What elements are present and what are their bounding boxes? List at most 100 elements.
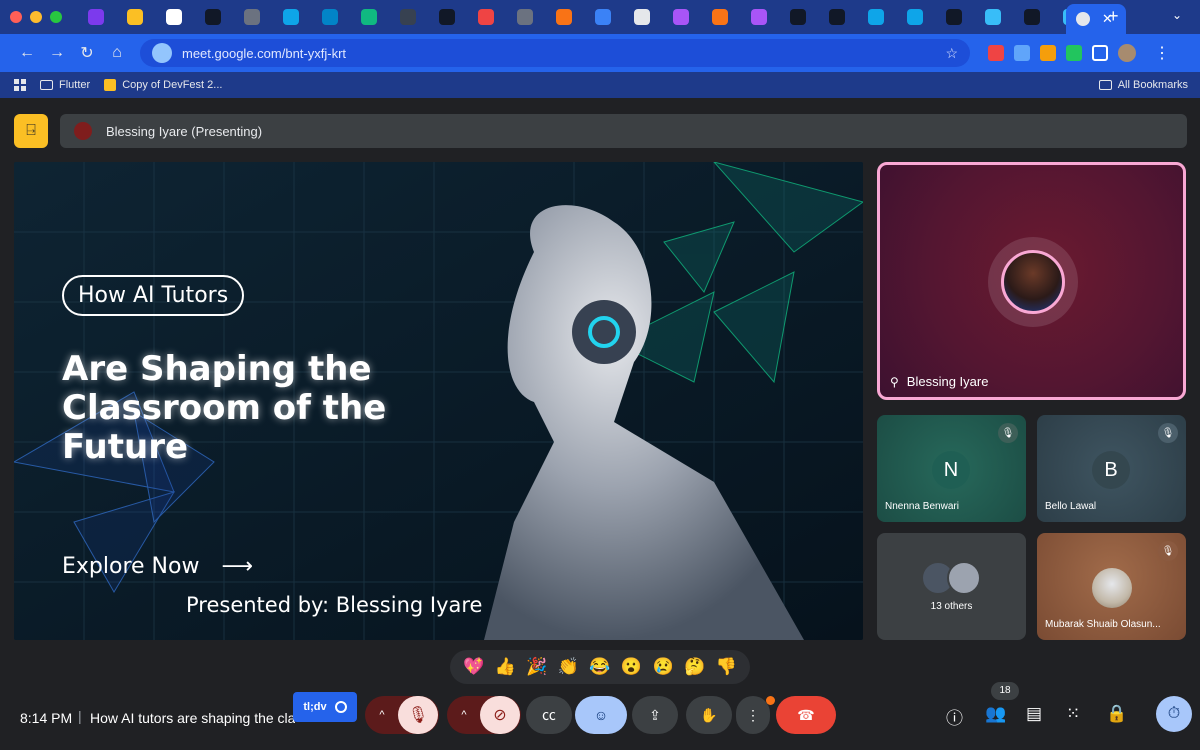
browser-tab[interactable] <box>310 0 349 34</box>
back-button[interactable]: ← <box>12 44 42 62</box>
browser-tab[interactable] <box>700 0 739 34</box>
reactions-button[interactable]: ☺ <box>575 696 627 734</box>
reload-button[interactable]: ↻ <box>72 43 102 63</box>
bookmark-devfest[interactable]: Copy of DevFest 2... <box>104 79 222 91</box>
browser-tab[interactable] <box>349 0 388 34</box>
camera-off-button[interactable]: ⊘ <box>480 696 520 734</box>
browser-tab[interactable] <box>934 0 973 34</box>
home-button[interactable]: ⌂ <box>102 44 132 62</box>
divider: | <box>78 708 82 724</box>
bookmark-star-icon[interactable]: ☆ <box>945 45 958 62</box>
bookmark-flutter[interactable]: Flutter <box>40 79 90 91</box>
green-extension-icon[interactable] <box>1066 45 1082 61</box>
reaction-emoji[interactable]: 😂 <box>589 657 610 677</box>
browser-tab[interactable] <box>544 0 583 34</box>
arrow-right-icon: ⟶ <box>221 554 254 579</box>
tab-search-chevron-icon[interactable]: ⌄ <box>1172 8 1182 22</box>
minimize-window-button[interactable] <box>30 11 42 23</box>
participant-name: Bello Lawal <box>1045 501 1097 512</box>
leave-call-button[interactable]: ☎ <box>776 696 836 734</box>
mic-options-chevron-icon[interactable]: ^ <box>366 709 398 721</box>
address-bar[interactable]: meet.google.com/bnt-yxfj-krt ☆ <box>140 39 970 67</box>
puzzle-extensions-icon[interactable] <box>1092 45 1108 61</box>
slide-pill-title: How AI Tutors <box>62 275 245 316</box>
forward-button[interactable]: → <box>42 44 72 62</box>
medium-icon <box>789 9 806 25</box>
browser-tab[interactable] <box>622 0 661 34</box>
browser-tab[interactable] <box>583 0 622 34</box>
participant-tile[interactable]: 🎙 B Bello Lawal <box>1037 415 1186 522</box>
doc-icon <box>633 9 650 25</box>
reaction-emoji[interactable]: 😮 <box>621 657 642 677</box>
reaction-emoji[interactable]: 💖 <box>463 657 484 677</box>
browser-tab[interactable] <box>739 0 778 34</box>
site-info-icon[interactable] <box>152 43 172 63</box>
tldv-button[interactable]: tl;dv <box>293 692 357 722</box>
github-icon <box>204 9 221 25</box>
fox-extension-icon[interactable] <box>988 45 1004 61</box>
present-screen-button[interactable]: ⇪ <box>632 696 678 734</box>
extension-icon[interactable] <box>1014 45 1030 61</box>
speaker-tile[interactable]: ⚲ Blessing Iyare <box>877 162 1186 400</box>
people-icon[interactable]: 👥 <box>985 704 1006 724</box>
reactions-bar: 💖 👍 🎉 👏 😂 😮 😢 🤔 👎 <box>450 650 750 684</box>
chat-icon[interactable]: ▤ <box>1026 704 1042 724</box>
host-controls-icon[interactable]: 🔒 <box>1106 704 1127 724</box>
browser-tab[interactable] <box>973 0 1012 34</box>
browser-tab[interactable] <box>466 0 505 34</box>
others-tile[interactable]: 13 others <box>877 533 1026 640</box>
activities-icon[interactable]: ⁙ <box>1066 704 1080 724</box>
browser-tab[interactable] <box>505 0 544 34</box>
presenting-chip[interactable]: Blessing Iyare (Presenting) <box>60 114 1187 148</box>
info-icon[interactable]: ⓘ <box>946 704 963 729</box>
browser-tab[interactable] <box>856 0 895 34</box>
slide-headline: Are Shaping the Classroom of the Future <box>62 349 387 467</box>
new-tab-button[interactable]: + <box>1108 6 1119 27</box>
camera-options-chevron-icon[interactable]: ^ <box>448 709 480 721</box>
url-text: meet.google.com/bnt-yxfj-krt <box>182 45 347 61</box>
github-icon <box>438 9 455 25</box>
slides-icon <box>104 79 117 91</box>
reaction-emoji[interactable]: 🎉 <box>526 657 547 677</box>
raise-hand-button[interactable]: ✋ <box>686 696 732 734</box>
reaction-emoji[interactable]: 👏 <box>558 657 579 677</box>
browser-tab[interactable] <box>817 0 856 34</box>
captions-button[interactable]: ㏄ <box>526 696 572 734</box>
slide-presented-by: Presented by: Blessing Iyare <box>186 593 483 617</box>
browser-tab[interactable] <box>193 0 232 34</box>
timer-icon[interactable]: ⏱ <box>1156 696 1192 732</box>
participant-tile[interactable]: 🎙 Mubarak Shuaib Olasun... <box>1037 533 1186 640</box>
maximize-window-button[interactable] <box>50 11 62 23</box>
browser-tab[interactable] <box>895 0 934 34</box>
reaction-emoji[interactable]: 🤔 <box>684 657 705 677</box>
notification-dot <box>766 696 775 705</box>
mic-off-button[interactable]: 🎙 <box>398 696 438 734</box>
browser-tab[interactable] <box>154 0 193 34</box>
reaction-emoji[interactable]: 👍 <box>495 657 516 677</box>
pin-icon[interactable]: ⚲ <box>890 375 899 389</box>
all-bookmarks-label: All Bookmarks <box>1117 79 1188 91</box>
r-extension-icon[interactable] <box>1040 45 1056 61</box>
all-bookmarks[interactable]: All Bookmarks <box>1098 79 1188 91</box>
browser-tab[interactable] <box>1012 0 1051 34</box>
browser-tab[interactable] <box>778 0 817 34</box>
reaction-emoji[interactable]: 👎 <box>716 657 737 677</box>
close-window-button[interactable] <box>10 11 22 23</box>
browser-menu-icon[interactable]: ⋮ <box>1154 43 1170 63</box>
browser-tab[interactable] <box>115 0 154 34</box>
record-icon <box>334 701 347 713</box>
presenter-bar: ⍈ Blessing Iyare (Presenting) <box>14 114 1187 148</box>
apps-grid-icon[interactable] <box>14 79 26 91</box>
meet-favicon-icon <box>1076 12 1090 26</box>
more-options-button[interactable]: ⋮ <box>736 696 770 734</box>
participant-tile[interactable]: 🎙 N Nnenna Benwari <box>877 415 1026 522</box>
browser-tab[interactable] <box>427 0 466 34</box>
reaction-emoji[interactable]: 😢 <box>652 657 673 677</box>
browser-tab[interactable] <box>232 0 271 34</box>
profile-avatar[interactable] <box>1118 44 1136 62</box>
meet-door-icon[interactable]: ⍈ <box>14 114 48 148</box>
browser-tab[interactable] <box>271 0 310 34</box>
browser-tab[interactable] <box>661 0 700 34</box>
browser-tab[interactable] <box>388 0 427 34</box>
browser-tab[interactable] <box>76 0 115 34</box>
